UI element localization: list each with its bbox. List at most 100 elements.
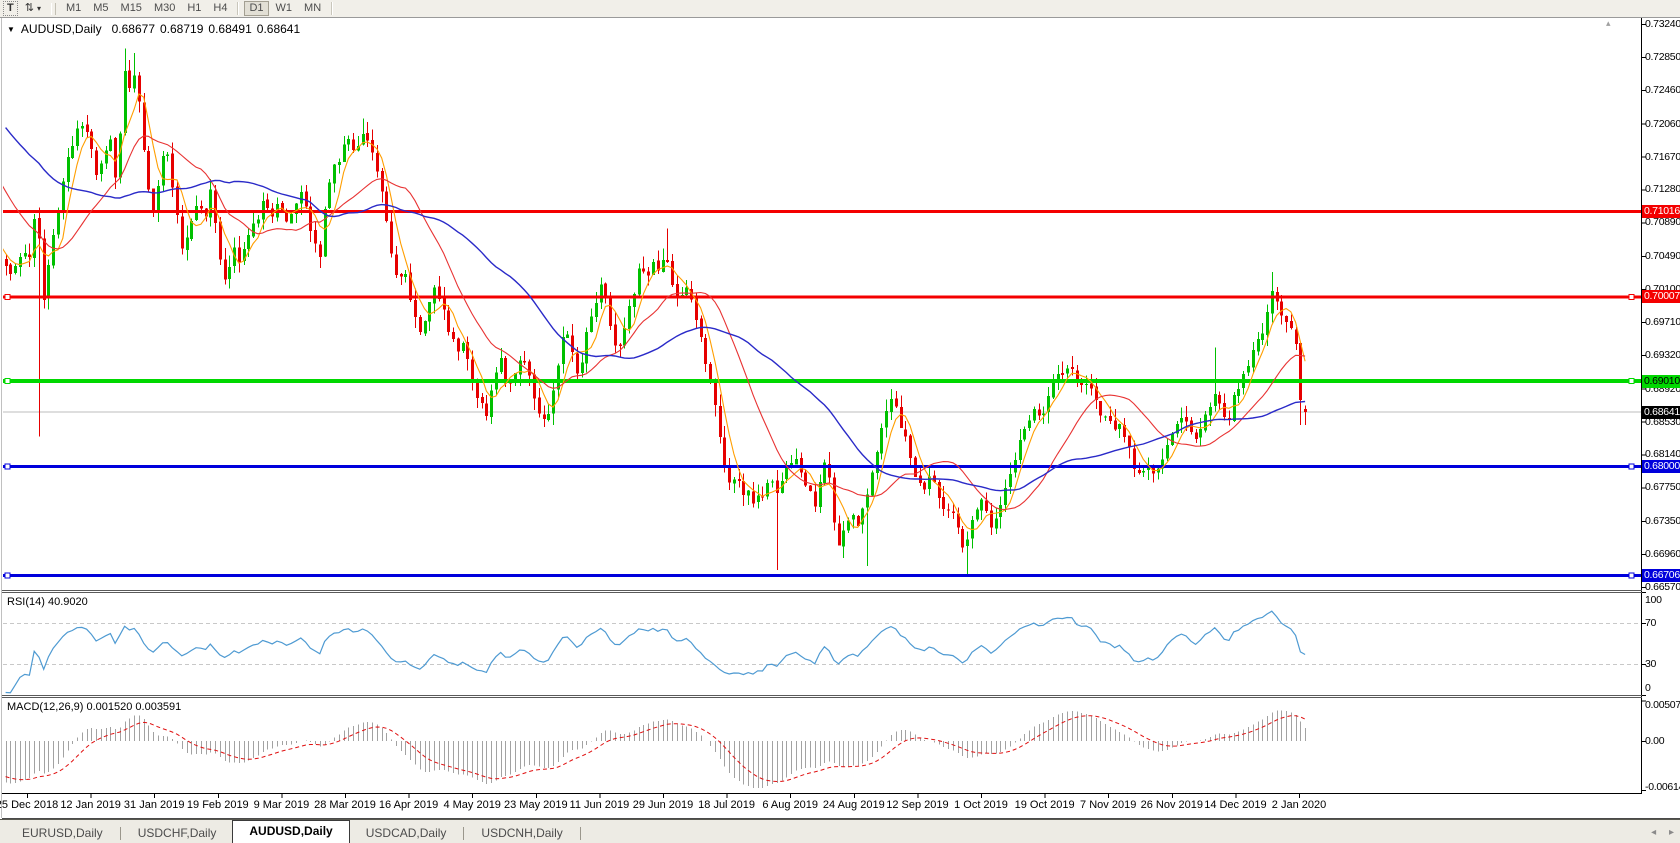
candle-body — [76, 128, 79, 147]
candle-body — [1261, 333, 1264, 341]
candle-body — [809, 485, 812, 491]
candle-body — [852, 515, 855, 520]
candle-body — [67, 157, 70, 183]
candle-body — [157, 186, 160, 213]
date-axis-label: 11 Jun 2019 — [569, 799, 630, 811]
chart-tab-usdcad[interactable]: USDCAD,Daily — [350, 824, 463, 843]
candle-body — [999, 504, 1002, 517]
candle-body — [428, 302, 431, 322]
price-tick-label: 0.70490 — [1645, 250, 1680, 263]
collapse-triangle-icon[interactable]: ▼ — [7, 25, 15, 34]
line-anchor-marker — [1628, 463, 1635, 470]
candle-body — [671, 261, 674, 285]
date-axis-label: 18 Jul 2019 — [698, 799, 756, 811]
candle-body — [314, 230, 317, 244]
candle-body — [181, 216, 184, 249]
candle-body — [109, 139, 112, 151]
candle-body — [1214, 393, 1217, 406]
candle-body — [52, 234, 55, 266]
line-anchor-marker — [4, 463, 11, 470]
line-anchor-marker — [4, 378, 11, 385]
date-axis-label: 1 Oct 2019 — [954, 799, 1008, 811]
candle-body — [252, 223, 255, 237]
candle-body — [290, 213, 293, 224]
candle-body — [523, 361, 526, 363]
candle-body — [1104, 416, 1107, 418]
candle-body — [571, 335, 574, 353]
candle-body — [1285, 315, 1288, 323]
candle-body — [47, 265, 50, 299]
mt4-window: T ⇅ ▾ M1 M5 M15 M30 H1 H4 D1 W1 MN ▼ AUDUSD,Daily 0… — [0, 0, 1680, 843]
candle-body — [266, 199, 269, 209]
candle-body — [966, 539, 969, 547]
chart-tab-eurusd[interactable]: EURUSD,Daily — [6, 824, 119, 843]
candle-body — [400, 273, 403, 277]
candle-body — [880, 428, 883, 454]
chart-tab-usdcnh[interactable]: USDCNH,Daily — [465, 824, 578, 843]
date-axis-label: 4 May 2019 — [443, 799, 501, 811]
candle-body — [600, 284, 603, 303]
date-axis-label: 12 Sep 2019 — [886, 799, 949, 811]
price-tick-label: 0.66960 — [1645, 548, 1680, 561]
candle-body — [162, 156, 165, 186]
date-axis-label: 14 Dec 2019 — [1204, 799, 1267, 811]
candle-body — [547, 413, 550, 420]
candle-body — [24, 253, 27, 257]
candle-body — [1290, 320, 1293, 329]
candle-body — [1223, 402, 1226, 418]
candle-body — [147, 150, 150, 190]
macd-histogram — [6, 710, 1306, 789]
candle-body — [86, 124, 89, 133]
candle-body — [1195, 432, 1198, 439]
candle-body — [1109, 416, 1112, 421]
date-axis-label: 2 Jan 2020 — [1271, 799, 1327, 811]
candle-body — [485, 403, 488, 417]
candle-body — [604, 283, 607, 297]
candle-body — [676, 283, 679, 297]
macd-tick-label: 0.005076 — [1645, 699, 1680, 711]
rsi-label: RSI(14) 40.9020 — [7, 596, 88, 608]
price-tick-label: 0.67350 — [1645, 515, 1680, 528]
line-anchor-marker — [4, 293, 11, 300]
candle-body — [871, 472, 874, 496]
candle-body — [324, 208, 327, 257]
candle-body — [95, 150, 98, 176]
tab-scroll-left-button[interactable]: ◂ — [1651, 827, 1656, 838]
price-tick-label: 0.68140 — [1645, 448, 1680, 461]
price-tick-label: 0.69320 — [1645, 348, 1680, 361]
candle-body — [404, 273, 407, 277]
candle-body — [343, 144, 346, 162]
candle-body — [490, 390, 493, 417]
date-axis-label: 7 Nov 2019 — [1080, 799, 1137, 811]
candle-body — [642, 268, 645, 272]
chart-tab-usdchf[interactable]: USDCHF,Daily — [122, 824, 233, 843]
candle-body — [723, 437, 726, 467]
candle-body — [395, 254, 398, 275]
candle-body — [305, 191, 308, 207]
candle-body — [576, 353, 579, 374]
candle-body — [980, 499, 983, 511]
candle-body — [1033, 408, 1036, 421]
line-anchor-marker — [1628, 378, 1635, 385]
ma-line-40 — [5, 127, 1306, 492]
candle-body — [105, 150, 108, 164]
candle-body — [81, 126, 84, 129]
candle-body — [1280, 301, 1283, 316]
candle-body — [585, 332, 588, 364]
chart-tab-audusd[interactable]: AUDUSD,Daily — [232, 820, 350, 843]
candle-body — [976, 509, 979, 520]
macd-tick-label: 0.00 — [1645, 734, 1665, 747]
date-axis-label: 29 Jun 2019 — [632, 799, 694, 811]
line-anchor-marker — [1628, 572, 1635, 579]
chart-canvas[interactable] — [0, 0, 1680, 843]
candle-body — [186, 237, 189, 250]
candle-body — [1171, 433, 1174, 445]
candle-body — [100, 163, 103, 175]
candle-body — [1166, 444, 1169, 459]
moving-average-lines — [3, 93, 1306, 531]
ma-line-5 — [3, 93, 1306, 531]
tab-scroll-controls: ◂ ▸ — [1641, 827, 1674, 838]
candle-body — [133, 75, 136, 89]
candle-body — [1066, 368, 1069, 374]
tab-scroll-right-button[interactable]: ▸ — [1669, 827, 1674, 838]
